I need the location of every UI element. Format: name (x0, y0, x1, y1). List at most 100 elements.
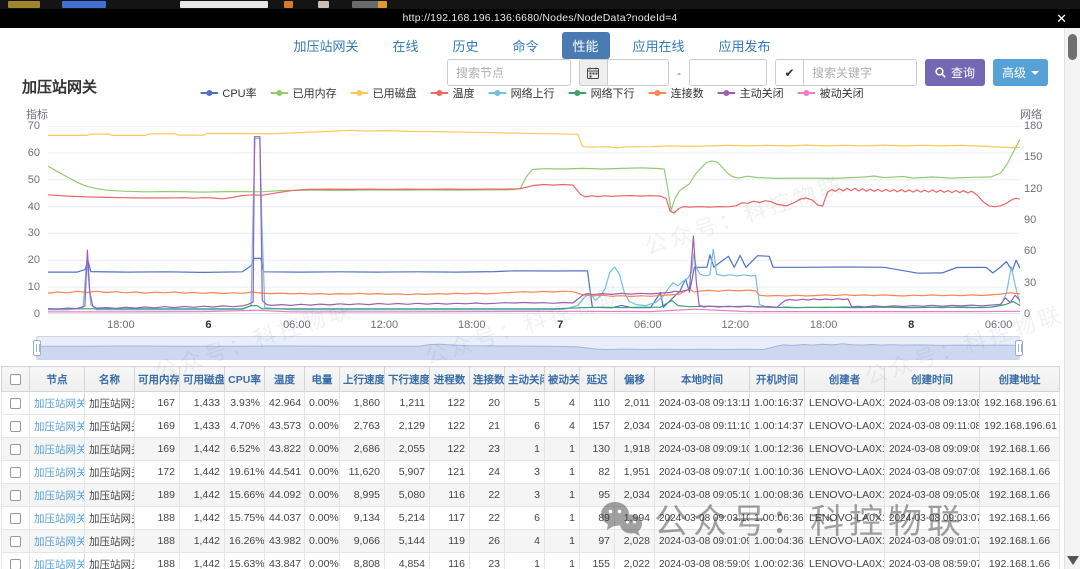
cell-连接数: 24 (470, 461, 505, 484)
legend-marker-icon (200, 88, 218, 98)
background-app-fragment (318, 1, 329, 8)
legend-item-8[interactable]: 被动关闭 (798, 85, 864, 101)
cell-CPU率: 19.61% (225, 461, 265, 484)
row-checkbox[interactable] (10, 513, 21, 524)
legend-item-6[interactable]: 连接数 (649, 85, 704, 101)
series-line-2 (48, 130, 1020, 148)
legend-item-7[interactable]: 主动关闭 (718, 85, 784, 101)
x-axis-label: 06:00 (283, 319, 311, 331)
row-checkbox[interactable] (10, 559, 21, 569)
tab-2[interactable]: 历史 (441, 32, 489, 59)
row-checkbox[interactable] (10, 490, 21, 501)
legend-label: 温度 (453, 85, 475, 101)
cell-上行速度: 8,808 (340, 553, 385, 569)
search-node-input[interactable] (447, 59, 571, 86)
left-tick: 60 (28, 147, 40, 159)
advanced-button[interactable]: 高级 (993, 59, 1048, 86)
tab-6[interactable]: 应用发布 (708, 32, 782, 59)
cell-下行速度: 2,129 (385, 415, 430, 438)
cell-上行速度: 2,763 (340, 415, 385, 438)
zoom-slider-left-handle[interactable] (33, 340, 41, 356)
node-link[interactable]: 加压站网关 (34, 536, 85, 548)
legend-label: CPU率 (222, 85, 256, 101)
cell-主动关闭: 5 (505, 392, 545, 415)
cell-创建者: LENOVO-LA0X1806 (805, 438, 885, 461)
legend-item-4[interactable]: 网络上行 (489, 85, 555, 101)
column-header-5: 温度 (265, 367, 305, 392)
cell-本地时间: 2024-03-08 09:11:10 (655, 415, 750, 438)
left-tick: 70 (28, 120, 40, 132)
legend-item-0[interactable]: CPU率 (200, 85, 256, 101)
row-checkbox[interactable] (10, 398, 21, 409)
cell-电量: 0.00% (305, 530, 340, 553)
row-checkbox[interactable] (10, 467, 21, 478)
tab-5[interactable]: 应用在线 (622, 32, 696, 59)
scroll-down-icon[interactable] (1067, 556, 1079, 565)
node-link[interactable]: 加压站网关 (34, 490, 85, 502)
data-table-wrap: 节点名称可用内存可用磁盘CPU率温度电量上行速度下行速度进程数连接数主动关闭被动… (1, 366, 1061, 569)
right-tick: 120 (1024, 183, 1042, 195)
node-link[interactable]: 加压站网关 (34, 444, 85, 456)
advanced-button-label: 高级 (1002, 64, 1026, 81)
background-window-strip (0, 0, 1080, 9)
cell-创建地址: 192.168.1.66 (980, 553, 1060, 569)
cell-可用内存: 172 (135, 461, 180, 484)
row-checkbox[interactable] (10, 421, 21, 432)
tab-3[interactable]: 命令 (501, 32, 549, 59)
row-checkbox[interactable] (10, 536, 21, 547)
tab-1[interactable]: 在线 (381, 32, 429, 59)
node-link[interactable]: 加压站网关 (34, 513, 85, 525)
end-date-input[interactable] (689, 59, 767, 86)
legend-item-2[interactable]: 已用磁盘 (351, 85, 417, 101)
cell-可用内存: 188 (135, 553, 180, 569)
node-link[interactable]: 加压站网关 (34, 421, 85, 433)
zoom-slider-right-handle[interactable] (1015, 340, 1023, 356)
chart-zoom-slider[interactable] (36, 336, 1020, 360)
cell-开机时间: 1.00:02:36 (750, 553, 805, 569)
legend-item-1[interactable]: 已用内存 (271, 85, 337, 101)
page-title: 加压站网关 (22, 76, 97, 97)
scrollbar-thumb[interactable] (1068, 34, 1077, 60)
check-icon[interactable]: ✔ (775, 59, 803, 86)
row-checkbox-cell (2, 392, 30, 415)
legend-label: 主动关闭 (740, 85, 784, 101)
vertical-scrollbar[interactable] (1064, 28, 1080, 569)
cell-创建者: LENOVO-LA0X1806 (805, 553, 885, 569)
series-line-0 (48, 255, 1020, 308)
cell-开机时间: 1.00:14:37 (750, 415, 805, 438)
node-link[interactable]: 加压站网关 (34, 398, 85, 410)
legend-item-3[interactable]: 温度 (431, 85, 475, 101)
cell-本地时间: 2024-03-08 09:07:10 (655, 461, 750, 484)
tab-4[interactable]: 性能 (562, 32, 610, 59)
start-date-input[interactable] (607, 59, 669, 86)
cell-创建时间: 2024-03-08 09:09:08 (885, 438, 980, 461)
tab-bar: 加压站网关在线历史命令性能应用在线应用发布 (0, 32, 1064, 59)
series-line-7 (48, 137, 1020, 310)
table-row: 加压站网关加压站网关1721,44219.61%44.5410.00%11,62… (2, 461, 1060, 484)
node-link[interactable]: 加压站网关 (34, 559, 85, 569)
right-tick: 0 (1024, 308, 1030, 320)
search-keyword-input[interactable] (803, 59, 917, 86)
url-text: http://192.168.196.136:6680/Nodes/NodeDa… (0, 12, 1080, 24)
cell-创建者: LENOVO-LA0X1806 (805, 392, 885, 415)
legend-item-5[interactable]: 网络下行 (569, 85, 635, 101)
column-header-14: 偏移 (615, 367, 655, 392)
cell-节点: 加压站网关 (30, 530, 85, 553)
cell-创建地址: 192.168.196.61 (980, 415, 1060, 438)
query-button[interactable]: 查询 (925, 59, 985, 86)
column-header-15: 本地时间 (655, 367, 750, 392)
cell-电量: 0.00% (305, 553, 340, 569)
cell-被动关闭: 4 (545, 415, 580, 438)
column-header-4: CPU率 (225, 367, 265, 392)
tab-0[interactable]: 加压站网关 (282, 32, 369, 59)
select-all-checkbox[interactable] (10, 374, 21, 385)
column-header-3: 可用磁盘 (180, 367, 225, 392)
close-icon[interactable]: ✕ (1056, 10, 1067, 27)
series-line-6 (48, 289, 1020, 296)
cell-延迟: 89 (580, 507, 615, 530)
column-header-2: 可用内存 (135, 367, 180, 392)
calendar-icon[interactable] (579, 59, 607, 86)
legend-label: 已用内存 (293, 85, 337, 101)
node-link[interactable]: 加压站网关 (34, 467, 85, 479)
row-checkbox[interactable] (10, 444, 21, 455)
